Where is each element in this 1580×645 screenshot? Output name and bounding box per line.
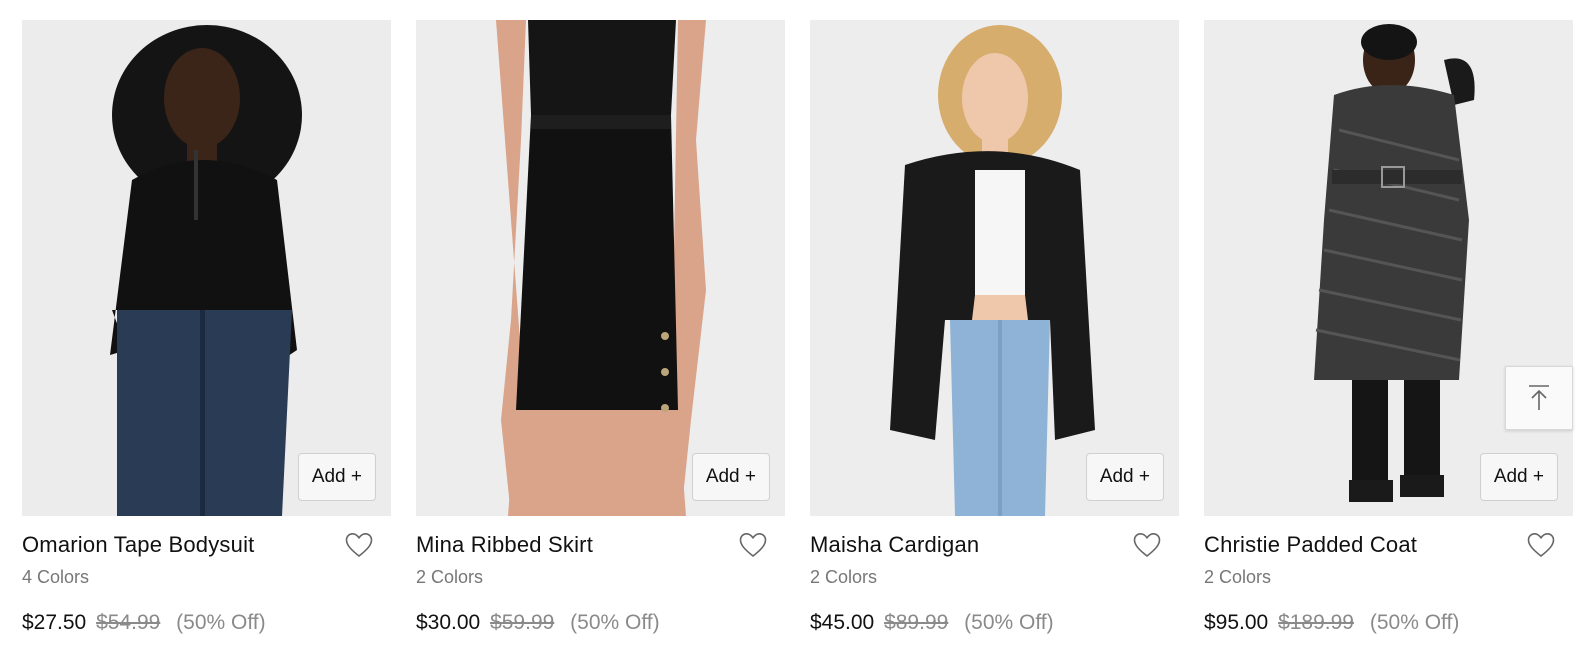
color-count[interactable]: 2 Colors [810, 566, 1179, 588]
product-name[interactable]: Christie Padded Coat [1204, 532, 1417, 557]
product-photo-bodysuit [22, 20, 391, 516]
product-image[interactable]: Add + [1204, 20, 1573, 516]
sale-price: $45.00 [810, 611, 875, 634]
discount-label: (50% Off) [964, 611, 1054, 634]
color-count[interactable]: 2 Colors [1204, 566, 1573, 588]
sale-price: $95.00 [1204, 611, 1269, 634]
product-card: Add + Omarion Tape Bodysuit 4 Colors $27… [22, 20, 391, 636]
original-price: $59.99 [490, 611, 555, 634]
price-row: $95.00 $189.99 (50% Off) [1204, 610, 1573, 636]
product-name[interactable]: Maisha Cardigan [810, 532, 979, 557]
product-name[interactable]: Mina Ribbed Skirt [416, 532, 593, 557]
product-photo-skirt [416, 20, 785, 516]
product-name-row: Christie Padded Coat [1204, 530, 1573, 560]
price-row: $30.00 $59.99 (50% Off) [416, 610, 785, 636]
original-price: $189.99 [1278, 611, 1354, 634]
heart-icon[interactable] [1133, 532, 1161, 558]
arrow-up-to-top-icon [1529, 385, 1549, 410]
product-name[interactable]: Omarion Tape Bodysuit [22, 532, 254, 557]
original-price: $54.99 [96, 611, 161, 634]
original-price: $89.99 [884, 611, 949, 634]
price-row: $45.00 $89.99 (50% Off) [810, 610, 1179, 636]
discount-label: (50% Off) [570, 611, 660, 634]
add-to-cart-button[interactable]: Add + [1085, 453, 1164, 501]
discount-label: (50% Off) [1369, 611, 1460, 634]
add-to-cart-button[interactable]: Add + [691, 453, 770, 501]
sale-price: $30.00 [416, 611, 481, 634]
heart-icon[interactable] [1527, 532, 1555, 558]
product-photo-cardigan [810, 20, 1179, 516]
add-to-cart-button[interactable]: Add + [297, 453, 376, 501]
heart-icon[interactable] [739, 532, 767, 558]
product-grid: Add + Omarion Tape Bodysuit 4 Colors $27… [22, 20, 1573, 636]
product-photo-coat [1204, 20, 1573, 516]
add-to-cart-button[interactable]: Add + [1479, 453, 1558, 501]
product-image[interactable]: Add + [22, 20, 391, 516]
product-name-row: Mina Ribbed Skirt [416, 530, 785, 560]
product-card: Add + Christie Padded Coat 2 Colors $95.… [1204, 20, 1573, 636]
back-to-top-button[interactable] [1505, 366, 1573, 430]
color-count[interactable]: 4 Colors [22, 566, 391, 588]
discount-label: (50% Off) [176, 611, 266, 634]
color-count[interactable]: 2 Colors [416, 566, 785, 588]
product-image[interactable]: Add + [810, 20, 1179, 516]
heart-icon[interactable] [345, 532, 373, 558]
sale-price: $27.50 [22, 611, 87, 634]
price-row: $27.50 $54.99 (50% Off) [22, 610, 391, 636]
product-name-row: Maisha Cardigan [810, 530, 1179, 560]
product-card: Add + Mina Ribbed Skirt 2 Colors $30.00 … [416, 20, 785, 636]
product-image[interactable]: Add + [416, 20, 785, 516]
product-name-row: Omarion Tape Bodysuit [22, 530, 391, 560]
product-card: Add + Maisha Cardigan 2 Colors $45.00 $8… [810, 20, 1179, 636]
